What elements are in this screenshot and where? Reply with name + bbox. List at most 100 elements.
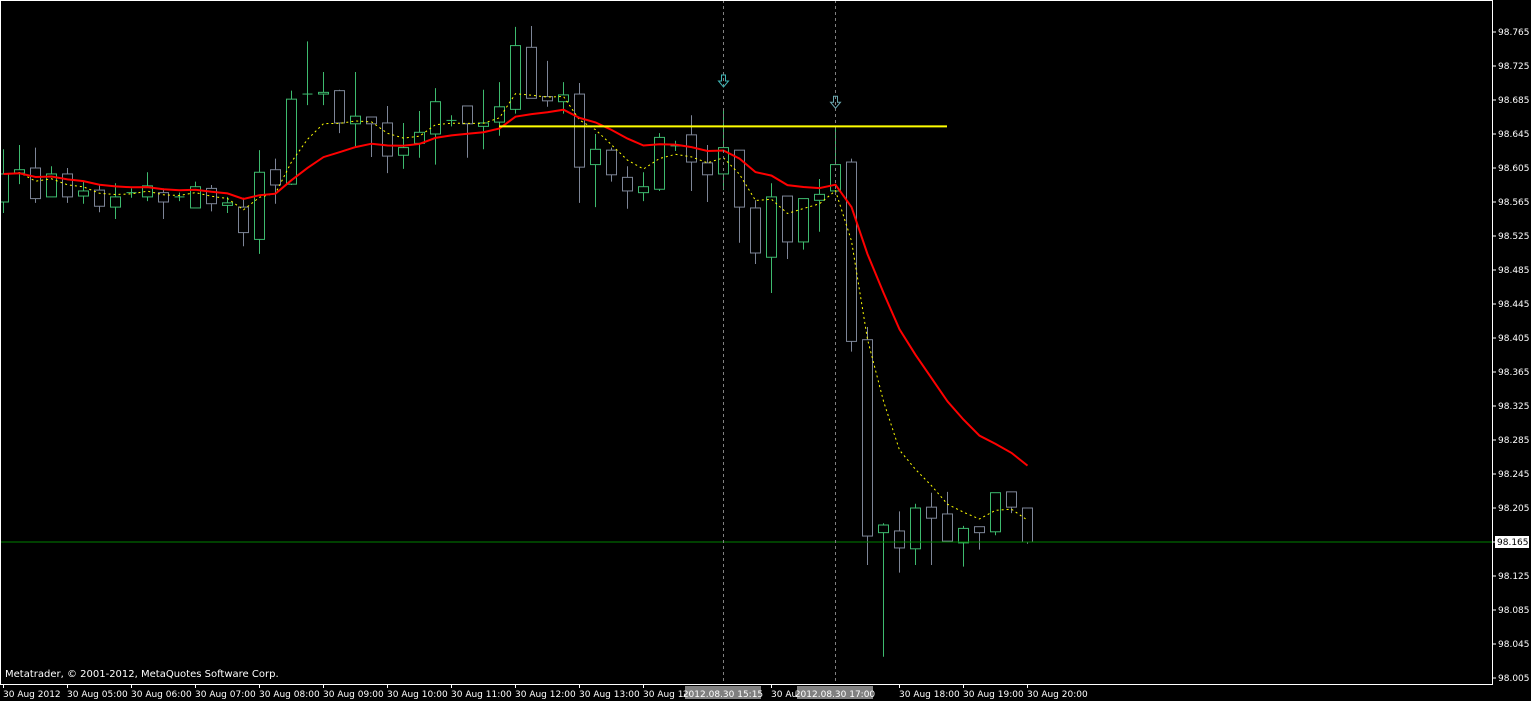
candle-body [158, 192, 169, 203]
candle-body [350, 115, 361, 125]
candle [526, 26, 537, 99]
x-tick-label: 30 Aug 10:00 [387, 690, 448, 700]
candle-body [222, 202, 233, 206]
candle-body [78, 190, 89, 197]
y-tick-label: 98.325 [1498, 402, 1530, 412]
candle [206, 185, 217, 212]
candle-body [846, 161, 857, 342]
y-tick-label: 98.525 [1498, 232, 1530, 242]
candle [158, 188, 169, 219]
candle-body [430, 101, 441, 135]
candle [366, 116, 377, 157]
candle [974, 526, 985, 550]
candle [334, 89, 345, 134]
candle-body [910, 507, 921, 550]
candle [462, 105, 473, 158]
candle-body [590, 148, 601, 166]
candle [318, 71, 329, 106]
candle [862, 326, 873, 565]
candle [14, 145, 25, 185]
candle-body [30, 167, 41, 200]
ema-5-line [3, 93, 1028, 521]
candle [94, 184, 105, 213]
current-price-label: 98.165 [1497, 538, 1529, 548]
candle [190, 181, 201, 209]
candle [574, 83, 585, 203]
candle-body [1022, 507, 1033, 543]
candle [478, 89, 489, 150]
y-tick-label: 98.045 [1498, 640, 1530, 650]
x-tick-label: 30 Aug 08:00 [259, 690, 320, 700]
x-tick-label: 30 Aug 13:00 [579, 690, 640, 700]
candle-body [942, 513, 953, 542]
candle [750, 200, 761, 265]
candle-body [958, 527, 969, 544]
x-tick-label: 30 Aug 09:00 [323, 690, 384, 700]
candle [222, 196, 233, 214]
x-tick-label: 30 Aug 18:00 [899, 690, 960, 700]
candle-body [286, 98, 297, 185]
marker-time-label: 2012.08.30 17:00 [795, 690, 876, 700]
x-tick-label: 30 Aug 07:00 [195, 690, 256, 700]
candle-body [510, 45, 521, 110]
candle [510, 26, 521, 114]
candle [430, 88, 441, 165]
y-tick-label: 98.245 [1498, 470, 1530, 480]
candle-body [782, 195, 793, 243]
candle [302, 41, 313, 106]
y-tick-label: 98.005 [1498, 674, 1530, 684]
candle-body [1006, 491, 1017, 508]
y-tick-label: 98.725 [1498, 62, 1530, 72]
candle [942, 491, 953, 542]
candle-body [0, 173, 9, 203]
candle [270, 158, 281, 204]
candle [590, 134, 601, 208]
candle-body [318, 91, 329, 95]
x-tick-label: 30 Aug 05:00 [67, 690, 128, 700]
candle [622, 166, 633, 209]
y-tick-label: 98.685 [1498, 96, 1530, 106]
candle [414, 111, 425, 158]
y-tick-label: 98.125 [1498, 572, 1530, 582]
candle-body [254, 171, 265, 240]
candle-body [862, 339, 873, 537]
candle [606, 147, 617, 182]
candle [638, 172, 649, 202]
candle-body [894, 530, 905, 549]
candle [286, 90, 297, 185]
candle [846, 158, 857, 352]
candle-body [366, 116, 377, 125]
y-tick-label: 98.405 [1498, 334, 1530, 344]
candle [1022, 507, 1033, 544]
y-tick-label: 98.205 [1498, 504, 1530, 514]
candle-body [638, 186, 649, 194]
candle [446, 115, 457, 127]
y-tick-label: 98.645 [1498, 130, 1530, 140]
candle [238, 197, 249, 247]
candle-body [926, 506, 937, 519]
candle-body [574, 93, 585, 168]
candle [350, 71, 361, 147]
candles [0, 26, 1033, 657]
candle [46, 166, 57, 198]
candle-body [238, 206, 249, 234]
candle [654, 133, 665, 191]
ema-13-line [3, 108, 1029, 467]
candle [174, 192, 185, 202]
candle [734, 149, 745, 243]
candle-body [542, 96, 553, 102]
candle [0, 149, 9, 214]
candle-body [110, 196, 121, 208]
candle-body [94, 189, 105, 207]
chart-frame [0, 0, 1493, 685]
candlestick-chart[interactable]: 98.765 98.725 98.685 98.645 98.605 98.565 98.5… [0, 0, 1531, 701]
candle-body [750, 207, 761, 254]
candle-body [990, 492, 1001, 533]
candle-body [270, 169, 281, 186]
y-tick-label: 98.565 [1498, 198, 1530, 208]
y-tick-label: 98.365 [1498, 368, 1530, 378]
x-tick-label: 30 Aug 11:00 [451, 690, 512, 700]
candle-body [622, 176, 633, 192]
candle-body [398, 147, 409, 156]
x-tick-label: 30 Aug 12:00 [515, 690, 576, 700]
